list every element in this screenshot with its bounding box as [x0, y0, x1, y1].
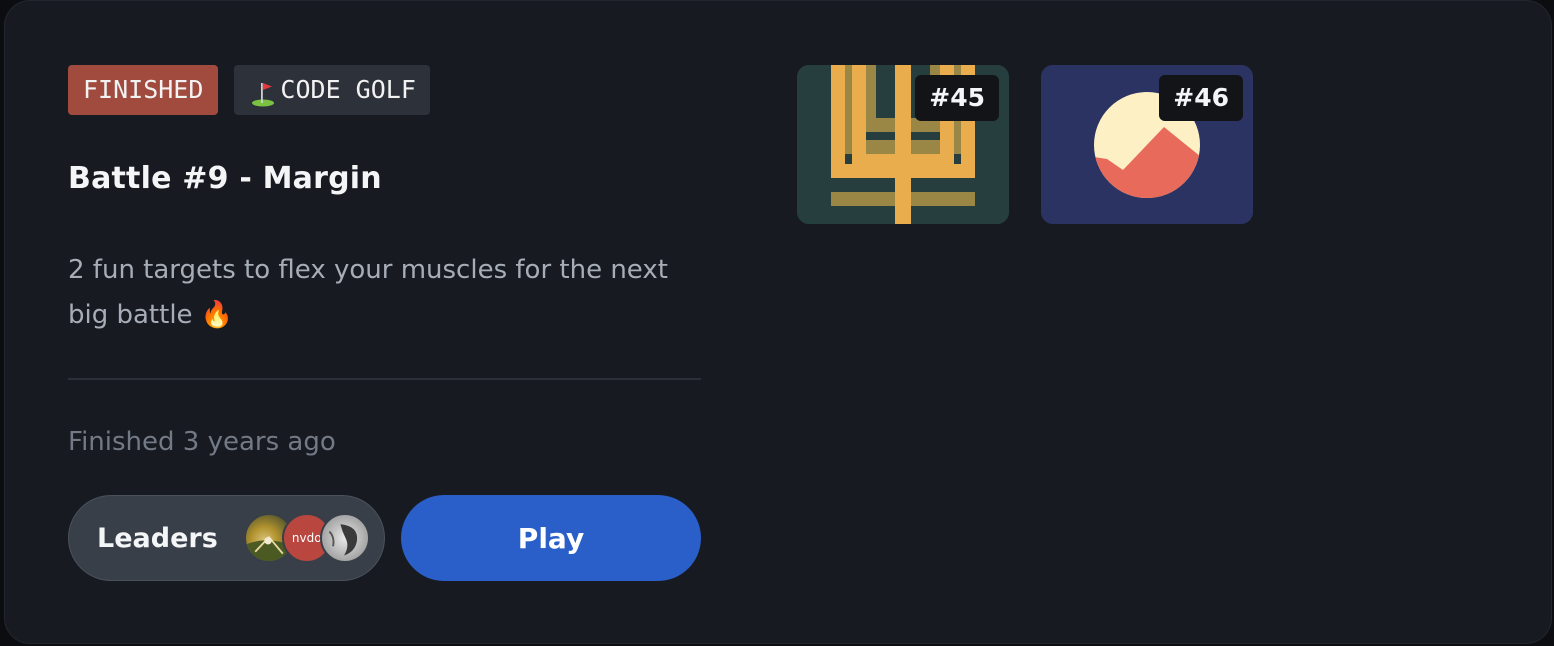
target-number: #45: [915, 75, 999, 121]
status-badge: FINISHED: [68, 65, 219, 115]
divider: [68, 378, 701, 380]
mode-badge: CODE GOLF: [234, 65, 430, 115]
battle-info: FINISHED CODE GOLF Battle #9 - Margin 2 …: [68, 65, 701, 581]
action-row: Leaders nvdo Play: [68, 495, 701, 581]
avatar-label: nvdo: [291, 531, 322, 545]
target-number: #46: [1159, 75, 1243, 121]
battle-card: FINISHED CODE GOLF Battle #9 - Margin 2 …: [4, 0, 1552, 644]
leaders-button-label: Leaders: [97, 522, 218, 554]
leader-avatars: nvdo: [243, 513, 370, 563]
avatar: [319, 513, 370, 563]
badge-row: FINISHED CODE GOLF: [68, 65, 701, 115]
leaders-button[interactable]: Leaders nvdo: [68, 495, 385, 581]
target-thumbnail[interactable]: #45: [797, 65, 1009, 224]
battle-status-text: Finished 3 years ago: [68, 427, 336, 457]
golf-flag-icon: [248, 75, 278, 107]
mode-badge-label: CODE GOLF: [280, 75, 416, 104]
target-list: #45 #46: [797, 65, 1253, 224]
target-thumbnail[interactable]: #46: [1041, 65, 1253, 224]
play-button[interactable]: Play: [401, 495, 701, 581]
battle-title: Battle #9 - Margin: [68, 161, 382, 196]
battle-description: 2 fun targets to flex your muscles for t…: [68, 255, 668, 330]
